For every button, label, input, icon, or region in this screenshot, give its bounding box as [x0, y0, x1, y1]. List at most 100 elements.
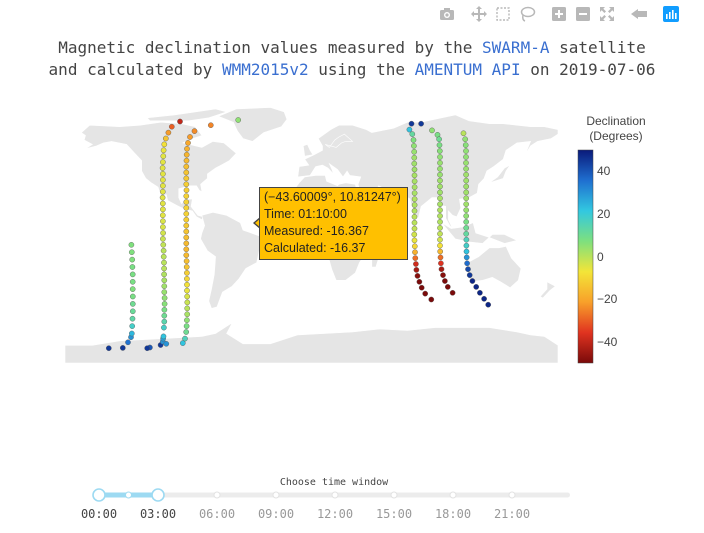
data-point-2-8[interactable] — [184, 305, 190, 312]
data-point-3-19[interactable] — [411, 225, 418, 232]
data-point-5-27[interactable] — [477, 289, 483, 296]
data-point-3-13[interactable] — [411, 190, 418, 196]
data-point-4-21[interactable] — [437, 248, 444, 255]
data-point-5-26[interactable] — [473, 284, 480, 290]
data-point-3-4[interactable] — [410, 137, 417, 143]
data-point-2-10[interactable] — [184, 293, 190, 300]
data-point-2-21[interactable] — [183, 228, 190, 235]
data-point-1-5[interactable] — [161, 318, 168, 325]
data-point-6-0[interactable] — [106, 345, 112, 352]
data-point-4-15[interactable] — [437, 213, 443, 219]
data-point-2-3[interactable] — [182, 335, 188, 342]
data-point-1-19[interactable] — [160, 236, 166, 242]
data-point-5-15[interactable] — [463, 219, 470, 225]
data-point-1-33[interactable] — [160, 153, 167, 159]
data-point-2-6[interactable] — [184, 317, 190, 324]
data-point-5-12[interactable] — [463, 201, 470, 207]
data-point-1-9[interactable] — [161, 295, 168, 301]
data-point-1-6[interactable] — [161, 312, 168, 319]
data-point-1-36[interactable] — [162, 135, 169, 142]
data-point-1-30[interactable] — [160, 171, 166, 177]
data-point-4-13[interactable] — [437, 201, 443, 207]
data-point-1-11[interactable] — [161, 283, 168, 290]
data-point-2-17[interactable] — [183, 252, 190, 258]
data-point-1-31[interactable] — [159, 165, 166, 171]
data-point-1-37[interactable] — [165, 129, 172, 136]
data-point-2-16[interactable] — [183, 258, 190, 264]
slider-handle-start[interactable] — [92, 488, 106, 502]
data-point-4-7[interactable] — [437, 165, 443, 172]
data-point-5-3[interactable] — [463, 148, 469, 154]
data-point-5-2[interactable] — [462, 142, 469, 148]
data-point-0-9[interactable] — [129, 286, 136, 292]
data-point-5-1[interactable] — [462, 136, 469, 142]
data-point-1-8[interactable] — [161, 301, 168, 307]
data-point-4-18[interactable] — [437, 230, 443, 237]
data-point-3-5[interactable] — [411, 143, 417, 149]
data-point-1-38[interactable] — [168, 123, 175, 130]
data-point-4-23[interactable] — [438, 260, 444, 267]
data-point-2-23[interactable] — [183, 216, 190, 223]
data-point-4-0[interactable] — [429, 127, 435, 134]
data-point-0-3[interactable] — [128, 330, 135, 337]
slider-tick-label[interactable]: 12:00 — [310, 507, 360, 521]
data-point-1-14[interactable] — [161, 265, 167, 272]
data-point-3-11[interactable] — [411, 178, 418, 185]
data-point-3-23[interactable] — [412, 249, 418, 255]
data-point-4-5[interactable] — [437, 154, 443, 160]
data-point-4-11[interactable] — [437, 189, 443, 196]
data-point-1-16[interactable] — [160, 253, 167, 260]
data-point-3-28[interactable] — [416, 278, 423, 285]
data-point-3-17[interactable] — [411, 213, 418, 220]
data-point-3-22[interactable] — [411, 243, 418, 250]
data-point-2-22[interactable] — [183, 222, 190, 229]
data-point-1-39[interactable] — [177, 118, 183, 125]
data-point-5-23[interactable] — [465, 266, 471, 273]
data-point-0-11[interactable] — [129, 271, 136, 278]
data-point-0-10[interactable] — [129, 278, 136, 285]
data-point-1-21[interactable] — [160, 224, 166, 230]
data-point-3-10[interactable] — [411, 172, 418, 179]
slider-tick-label[interactable]: 06:00 — [192, 507, 242, 521]
data-point-5-17[interactable] — [463, 230, 470, 237]
data-point-4-4[interactable] — [436, 148, 443, 154]
data-point-0-6[interactable] — [129, 308, 136, 315]
data-point-2-26[interactable] — [183, 199, 190, 205]
slider-tick-label[interactable]: 18:00 — [428, 507, 478, 521]
data-point-3-21[interactable] — [411, 237, 418, 244]
data-point-2-13[interactable] — [184, 275, 190, 282]
data-point-5-10[interactable] — [463, 189, 470, 196]
data-point-2-30[interactable] — [183, 175, 190, 182]
data-point-5-29[interactable] — [485, 301, 492, 308]
data-point-4-28[interactable] — [449, 289, 456, 296]
data-point-2-7[interactable] — [184, 311, 190, 318]
data-point-1-7[interactable] — [161, 306, 168, 313]
data-point-1-28[interactable] — [160, 182, 166, 189]
data-point-1-34[interactable] — [160, 147, 167, 154]
data-point-2-9[interactable] — [184, 299, 191, 306]
data-point-0-12[interactable] — [129, 264, 136, 270]
data-point-2-14[interactable] — [184, 270, 190, 276]
data-point-0-7[interactable] — [129, 301, 136, 307]
data-point-2-12[interactable] — [184, 281, 190, 288]
slider-tick-label[interactable]: 09:00 — [251, 507, 301, 521]
data-point-4-27[interactable] — [444, 284, 451, 290]
data-point-5-6[interactable] — [463, 165, 469, 172]
data-point-3-6[interactable] — [411, 148, 418, 155]
data-point-3-12[interactable] — [411, 184, 418, 190]
data-point-3-30[interactable] — [422, 290, 429, 297]
data-point-3-16[interactable] — [411, 208, 418, 214]
data-point-4-10[interactable] — [437, 183, 443, 190]
data-point-4-6[interactable] — [437, 160, 443, 166]
time-slider[interactable] — [92, 488, 570, 502]
data-point-5-0[interactable] — [460, 130, 467, 137]
data-point-0-14[interactable] — [128, 249, 135, 255]
data-point-5-16[interactable] — [463, 225, 470, 231]
data-point-1-22[interactable] — [160, 218, 166, 224]
data-point-5-18[interactable] — [463, 236, 470, 243]
data-point-5-14[interactable] — [463, 213, 470, 219]
data-point-4-2[interactable] — [436, 136, 442, 142]
data-point-4-12[interactable] — [437, 195, 443, 202]
data-point-1-12[interactable] — [161, 277, 168, 284]
data-point-5-5[interactable] — [463, 160, 469, 166]
